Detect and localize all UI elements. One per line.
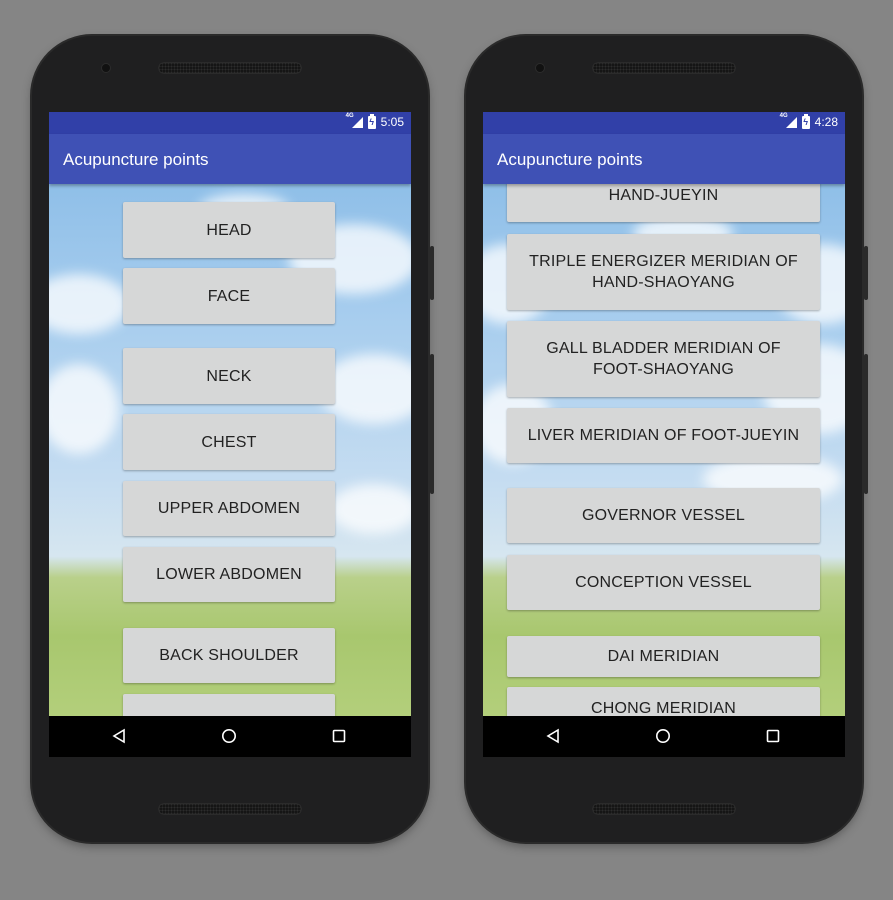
body-part-button[interactable]: BACK SHOULDER xyxy=(123,628,335,683)
app-title: Acupuncture points xyxy=(497,150,643,169)
meridian-button[interactable]: GOVERNOR VESSEL xyxy=(507,488,820,543)
app-bar: Acupuncture points xyxy=(483,134,845,184)
body-part-button[interactable]: LOWER ABDOMEN xyxy=(123,547,335,602)
meridian-button[interactable]: LIVER MERIDIAN OF FOOT-JUEYIN xyxy=(507,408,820,463)
status-bar: 4G ϟ 4:28 xyxy=(483,112,845,134)
top-speaker xyxy=(158,62,302,74)
meridian-button[interactable]: DAI MERIDIAN xyxy=(507,636,820,677)
body-part-button[interactable] xyxy=(123,694,335,716)
meridian-button[interactable]: TRIPLE ENERGIZER MERIDIAN OF HAND-SHAOYA… xyxy=(507,234,820,310)
bottom-speaker xyxy=(592,803,736,815)
home-circle-icon[interactable] xyxy=(221,728,237,744)
screen: 4G ϟ 4:28 Acupuncture points HAND-JUEYIN… xyxy=(483,112,845,757)
body-part-button[interactable]: HEAD xyxy=(123,202,335,258)
scroll-list[interactable]: HEAD FACE NECK CHEST UPPER ABDOMEN LOWER… xyxy=(49,184,411,716)
phone-left: 4G ϟ 5:05 Acupuncture points HEAD FACE N… xyxy=(32,36,434,842)
scroll-list[interactable]: HAND-JUEYIN TRIPLE ENERGIZER MERIDIAN OF… xyxy=(483,184,845,716)
clock: 5:05 xyxy=(380,115,404,129)
navigation-bar xyxy=(483,716,845,757)
top-speaker xyxy=(592,62,736,74)
body-part-button[interactable]: FACE xyxy=(123,268,335,324)
battery-charging-icon: ϟ xyxy=(367,113,376,129)
meridian-button[interactable]: HAND-JUEYIN xyxy=(507,184,820,222)
app-title: Acupuncture points xyxy=(63,150,209,169)
recent-square-icon[interactable] xyxy=(331,728,347,744)
clock: 4:28 xyxy=(814,115,838,129)
home-circle-icon[interactable] xyxy=(655,728,671,744)
body-part-button[interactable]: UPPER ABDOMEN xyxy=(123,481,335,536)
signal-icon: 4G xyxy=(346,113,363,129)
body-part-button[interactable]: CHEST xyxy=(123,414,335,470)
navigation-bar xyxy=(49,716,411,757)
signal-icon: 4G xyxy=(780,113,797,129)
volume-button[interactable] xyxy=(430,354,434,494)
status-bar: 4G ϟ 5:05 xyxy=(49,112,411,134)
body-part-button[interactable]: NECK xyxy=(123,348,335,404)
back-triangle-icon[interactable] xyxy=(545,728,561,744)
power-button[interactable] xyxy=(430,246,434,300)
recent-square-icon[interactable] xyxy=(765,728,781,744)
meridian-button[interactable]: GALL BLADDER MERIDIAN OF FOOT-SHAOYANG xyxy=(507,321,820,397)
app-bar: Acupuncture points xyxy=(49,134,411,184)
battery-charging-icon: ϟ xyxy=(801,113,810,129)
meridian-button[interactable]: CONCEPTION VESSEL xyxy=(507,555,820,610)
meridian-button[interactable]: CHONG MERIDIAN xyxy=(507,687,820,716)
bottom-speaker xyxy=(158,803,302,815)
phone-right: 4G ϟ 4:28 Acupuncture points HAND-JUEYIN… xyxy=(466,36,868,842)
front-camera xyxy=(536,64,544,72)
front-camera xyxy=(102,64,110,72)
power-button[interactable] xyxy=(864,246,868,300)
screen: 4G ϟ 5:05 Acupuncture points HEAD FACE N… xyxy=(49,112,411,757)
volume-button[interactable] xyxy=(864,354,868,494)
back-triangle-icon[interactable] xyxy=(111,728,127,744)
